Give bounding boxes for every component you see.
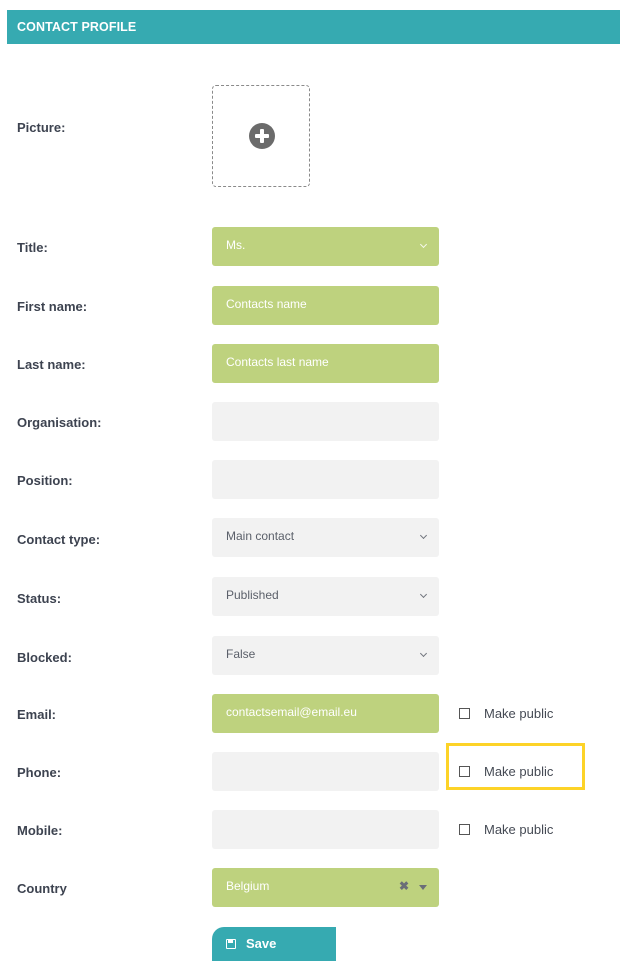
first-name-label: First name:: [17, 299, 88, 314]
mobile-label: Mobile:: [17, 823, 63, 838]
email-make-public[interactable]: Make public: [459, 706, 553, 721]
title-select[interactable]: Ms.: [212, 227, 439, 266]
last-name-input[interactable]: Contacts last name: [212, 344, 439, 383]
email-input[interactable]: contactsemail@email.eu: [212, 694, 439, 733]
contact-type-label: Contact type:: [17, 532, 101, 547]
email-label: Email:: [17, 707, 57, 722]
status-select[interactable]: Published: [212, 577, 439, 616]
highlight-box: [446, 743, 585, 790]
chevron-down-icon: [419, 531, 428, 540]
plus-circle-icon[interactable]: [249, 123, 275, 149]
phone-input[interactable]: [212, 752, 439, 791]
last-name-value: Contacts last name: [226, 355, 329, 369]
position-input[interactable]: [212, 460, 439, 499]
email-make-public-checkbox[interactable]: [459, 708, 470, 719]
title-label: Title:: [17, 240, 48, 255]
email-make-public-label: Make public: [484, 706, 554, 721]
blocked-value: False: [226, 647, 256, 661]
picture-label: Picture:: [17, 120, 66, 135]
phone-label: Phone:: [17, 765, 62, 780]
header-title: CONTACT PROFILE: [17, 20, 137, 34]
save-button[interactable]: Save: [212, 927, 336, 961]
title-value: Ms.: [226, 238, 246, 252]
first-name-value: Contacts name: [226, 297, 307, 311]
mobile-make-public-checkbox[interactable]: [459, 824, 470, 835]
position-label: Position:: [17, 473, 73, 488]
country-select[interactable]: Belgium ✖: [212, 868, 439, 907]
organisation-label: Organisation:: [17, 415, 102, 430]
email-value: contactsemail@email.eu: [226, 705, 357, 719]
country-label: Country: [17, 881, 67, 896]
chevron-down-icon: [419, 649, 428, 658]
organisation-input[interactable]: [212, 402, 439, 441]
close-icon[interactable]: ✖: [399, 868, 409, 905]
status-label: Status:: [17, 591, 62, 606]
floppy-disk-icon: [226, 939, 236, 949]
mobile-make-public[interactable]: Make public: [459, 822, 553, 837]
country-value: Belgium: [226, 879, 270, 893]
caret-down-icon[interactable]: [419, 885, 427, 890]
first-name-input[interactable]: Contacts name: [212, 286, 439, 325]
mobile-input[interactable]: [212, 810, 439, 849]
contact-profile-header: CONTACT PROFILE: [7, 10, 620, 44]
picture-upload[interactable]: [212, 85, 310, 187]
status-value: Published: [226, 588, 279, 602]
blocked-label: Blocked:: [17, 650, 72, 665]
chevron-down-icon: [419, 240, 428, 249]
chevron-down-icon: [419, 590, 428, 599]
save-button-label: Save: [246, 936, 277, 951]
contact-type-value: Main contact: [226, 529, 295, 543]
contact-type-select[interactable]: Main contact: [212, 518, 439, 557]
last-name-label: Last name:: [17, 357, 86, 372]
mobile-make-public-label: Make public: [484, 822, 554, 837]
blocked-select[interactable]: False: [212, 636, 439, 675]
